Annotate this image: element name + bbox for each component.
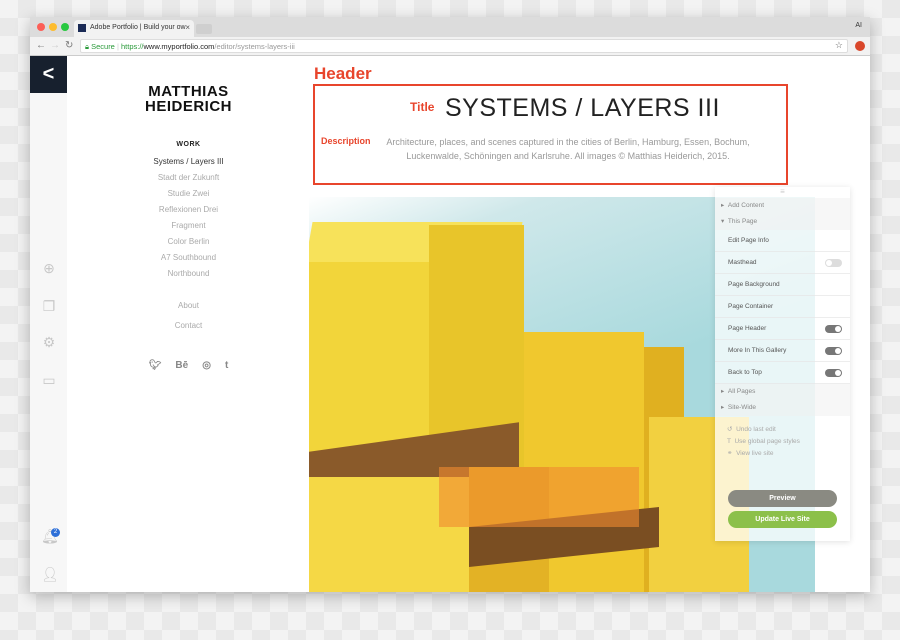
page-settings-panel: ≡ ▸ Add Content ▾ This Page Edit Page In… — [715, 187, 850, 541]
reload-icon[interactable]: ↻ — [65, 40, 73, 51]
undo-icon: ↺ — [727, 426, 733, 433]
profile-label[interactable]: AI — [855, 22, 862, 29]
layout-icon[interactable]: ▭ — [41, 372, 57, 388]
nav-item[interactable]: Reflexionen Drei — [67, 202, 310, 218]
tumblr-icon[interactable]: t — [225, 360, 228, 371]
maximize-window-button[interactable] — [61, 23, 69, 31]
section-label: Site-Wide — [727, 404, 757, 411]
instagram-icon[interactable]: ◎ — [202, 360, 211, 371]
row-back-to-top[interactable]: Back to Top — [715, 362, 850, 384]
nav-item[interactable]: Color Berlin — [67, 234, 310, 250]
row-label: Edit Page Info — [728, 237, 769, 244]
tab-bar: Adobe Portfolio | Build your ow × AI — [30, 17, 870, 37]
address-bar: ← → ↻ 🔒︎ Secure | https://www.myportfoli… — [30, 37, 870, 56]
behance-icon[interactable]: Bē — [175, 360, 188, 371]
row-page-container[interactable]: Page Container — [715, 296, 850, 318]
row-page-header[interactable]: Page Header — [715, 318, 850, 340]
section-label: All Pages — [727, 388, 756, 395]
section-this-page[interactable]: ▾ This Page — [715, 214, 850, 230]
header-annotation: Header — [314, 64, 372, 83]
nav-item[interactable]: Stadt der Zukunft — [67, 170, 310, 186]
plus-circle-icon[interactable]: ⊕ — [41, 260, 57, 276]
section-all-pages[interactable]: ▸ All Pages — [715, 384, 850, 400]
undo-label: Undo last edit — [736, 426, 776, 433]
nav-about[interactable]: About — [67, 298, 310, 318]
view-live-link[interactable]: ⚭ View live site — [727, 448, 850, 460]
gear-icon[interactable]: ⚙ — [41, 334, 57, 350]
social-links: 🐦︎ Bē ◎ t — [67, 360, 310, 371]
global-styles-link[interactable]: T Use global page styles — [727, 436, 850, 448]
logo-line: HEIDERICH — [144, 98, 232, 115]
editor-rail: < ⊕ ❐ ⚙ ▭ 🔔︎ 2 👤︎ — [30, 56, 67, 592]
lock-icon: 🔒︎ — [85, 42, 89, 51]
logo-line: MATTHIAS — [148, 83, 229, 100]
new-tab-button[interactable] — [196, 24, 212, 34]
twitter-icon[interactable]: 🐦︎ — [149, 360, 162, 371]
site-logo[interactable]: MATTHIAS HEIDERICH — [67, 84, 310, 114]
row-label: Page Background — [728, 281, 780, 288]
page-header[interactable]: Title SYSTEMS / LAYERS III Description A… — [313, 84, 788, 185]
row-page-background[interactable]: Page Background — [715, 274, 850, 296]
row-label: More In This Gallery — [728, 347, 787, 354]
view-live-label: View live site — [736, 450, 774, 457]
notification-badge: 2 — [51, 528, 60, 537]
favicon-icon — [78, 24, 86, 32]
row-label: Back to Top — [728, 369, 762, 376]
bookmark-star-icon[interactable]: ☆ — [835, 40, 843, 51]
pages-icon[interactable]: ❐ — [41, 298, 57, 314]
row-edit-page-info[interactable]: Edit Page Info — [715, 230, 850, 252]
tab-title: Adobe Portfolio | Build your ow — [90, 24, 186, 31]
section-label: Add Content — [727, 202, 765, 209]
drag-handle-icon[interactable]: ≡ — [715, 187, 850, 198]
back-to-top-toggle[interactable] — [825, 369, 842, 377]
undo-link[interactable]: ↺ Undo last edit — [727, 424, 850, 436]
browser-tab[interactable]: Adobe Portfolio | Build your ow × — [74, 20, 194, 37]
global-styles-label: Use global page styles — [734, 438, 800, 445]
url-input[interactable]: 🔒︎ Secure | https://www.myportfolio.com/… — [80, 39, 848, 53]
extension-icon[interactable] — [855, 41, 865, 51]
url-scheme: https:// — [121, 42, 144, 51]
row-label: Page Container — [728, 303, 774, 310]
page-title[interactable]: SYSTEMS / LAYERS III — [445, 94, 720, 123]
link-icon: ⚭ — [727, 450, 733, 457]
url-path: /editor/systems-layers-iii — [214, 42, 295, 51]
user-icon[interactable]: 👤︎ — [41, 566, 59, 582]
preview-button[interactable]: Preview — [728, 490, 837, 507]
section-site-wide[interactable]: ▸ Site-Wide — [715, 400, 850, 416]
nav-item[interactable]: A7 Southbound — [67, 250, 310, 266]
section-add-content[interactable]: ▸ Add Content — [715, 198, 850, 214]
row-label: Masthead — [728, 259, 757, 266]
close-tab-icon[interactable]: × — [185, 23, 190, 32]
row-label: Page Header — [728, 325, 767, 332]
page-description[interactable]: Architecture, places, and scenes capture… — [373, 135, 763, 163]
close-window-button[interactable] — [37, 23, 45, 31]
nav-item[interactable]: Fragment — [67, 218, 310, 234]
back-arrow-icon[interactable]: ← — [36, 40, 46, 51]
update-live-site-button[interactable]: Update Live Site — [728, 511, 837, 528]
site-sidebar: MATTHIAS HEIDERICH WORK Systems / Layers … — [67, 56, 310, 592]
page-canvas: Header Title SYSTEMS / LAYERS III Descri… — [309, 56, 870, 592]
forward-arrow-icon[interactable]: → — [50, 40, 60, 51]
minimize-window-button[interactable] — [49, 23, 57, 31]
text-style-icon: T — [727, 438, 731, 445]
nav-item[interactable]: Systems / Layers III — [67, 154, 310, 170]
row-masthead[interactable]: Masthead — [715, 252, 850, 274]
browser-window: Adobe Portfolio | Build your ow × AI ← → … — [30, 17, 870, 592]
url-domain: www.myportfolio.com — [143, 42, 215, 51]
row-more-in-gallery[interactable]: More In This Gallery — [715, 340, 850, 362]
section-label: This Page — [727, 218, 758, 225]
nav-contact[interactable]: Contact — [67, 318, 310, 338]
secure-label: Secure — [91, 42, 115, 51]
page-header-toggle[interactable] — [825, 325, 842, 333]
nav-section-work[interactable]: WORK — [67, 141, 310, 148]
nav-item[interactable]: Studie Zwei — [67, 186, 310, 202]
back-button[interactable]: < — [30, 56, 67, 93]
more-in-gallery-toggle[interactable] — [825, 347, 842, 355]
title-annotation: Title — [410, 100, 435, 114]
description-annotation: Description — [321, 136, 371, 146]
masthead-toggle[interactable] — [825, 259, 842, 267]
nav-item[interactable]: Northbound — [67, 266, 310, 282]
